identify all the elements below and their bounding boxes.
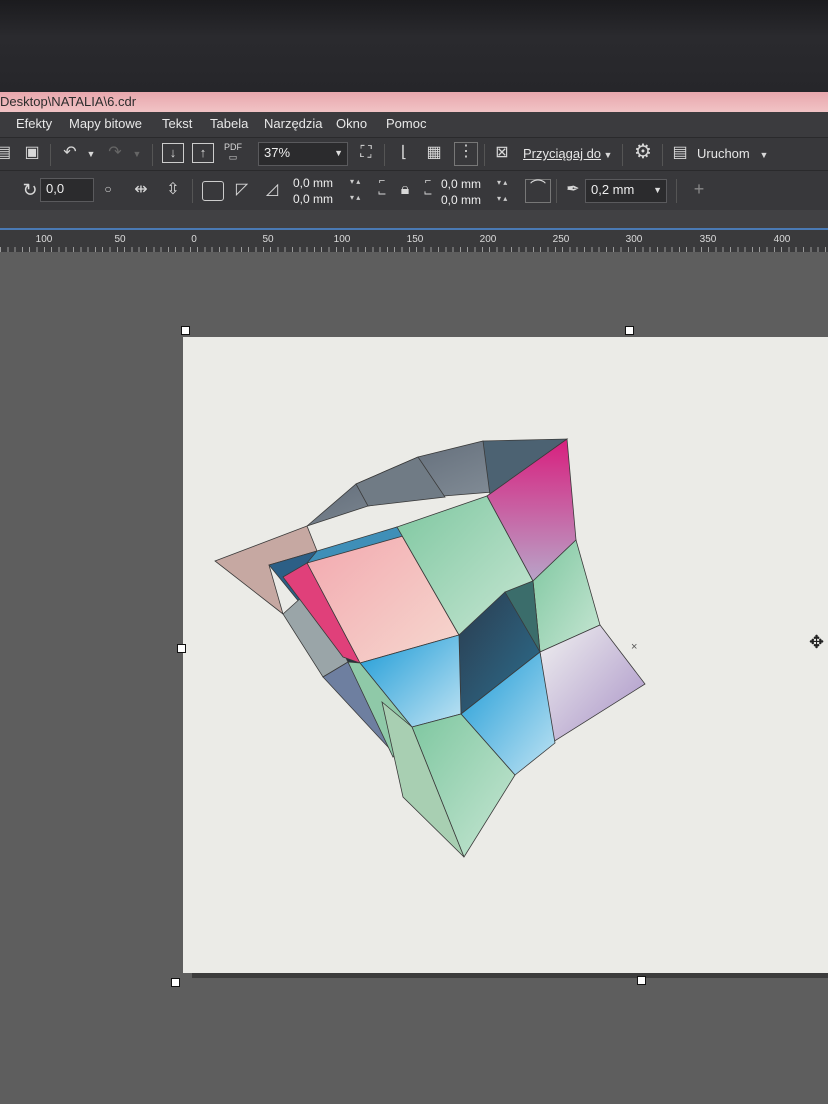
ruler-label: 100 bbox=[35, 234, 53, 245]
corner-anchor-icon: ⌐ ⌙ bbox=[423, 175, 433, 199]
copy-icon[interactable]: ▤ bbox=[0, 144, 11, 162]
export-icon[interactable]: ↑ bbox=[192, 143, 214, 163]
spinner-icon[interactable]: ▾ ▴ bbox=[497, 178, 507, 187]
spinner-icon[interactable]: ▾ ▴ bbox=[350, 193, 360, 202]
separator bbox=[676, 179, 677, 203]
chevron-down-icon: ▼ bbox=[653, 185, 662, 195]
selection-handle-top-left[interactable] bbox=[181, 326, 190, 335]
import-icon[interactable]: ↓ bbox=[162, 143, 184, 163]
outline-width-select[interactable]: 0,2 mm ▼ bbox=[585, 179, 667, 203]
menu-window[interactable]: Okno bbox=[336, 116, 367, 131]
separator bbox=[384, 144, 385, 166]
gear-icon[interactable]: ⚙ bbox=[632, 142, 654, 162]
full-screen-icon[interactable]: ⛶ bbox=[356, 144, 376, 162]
move-cursor-icon: ✥ bbox=[809, 632, 825, 652]
offset-x-input[interactable]: 0,0 mm bbox=[293, 176, 333, 190]
rotate-icon: ↻ bbox=[22, 180, 38, 200]
paste-icon[interactable]: ▣ bbox=[22, 144, 42, 162]
launch-icon[interactable]: ▤ bbox=[670, 144, 690, 162]
pen-nib-icon: ✒ bbox=[566, 181, 580, 198]
menu-table[interactable]: Tabela bbox=[210, 116, 248, 131]
menu-text[interactable]: Tekst bbox=[162, 116, 192, 131]
undo-icon[interactable]: ↶ bbox=[60, 144, 80, 162]
snap-icon[interactable]: ⊠ bbox=[492, 144, 512, 162]
corner-y-input[interactable]: 0,0 mm bbox=[441, 193, 481, 207]
standard-toolbar: ▤ ▣ ↶ ▼ ↷ ▼ ↓ ↑ PDF ▭ 37% ▼ ⛶ ⌊ ▦ ⋮ ⊠ Prz… bbox=[0, 137, 828, 171]
separator bbox=[152, 144, 153, 166]
horizontal-ruler[interactable]: 100 50 0 50 100 150 200 250 300 350 400 bbox=[0, 228, 828, 254]
scale-corners-icon[interactable]: ⌒ bbox=[525, 179, 551, 203]
ruler-label: 200 bbox=[479, 234, 497, 245]
launch-button[interactable]: Uruchom bbox=[697, 146, 750, 161]
scalloped-corner-icon[interactable]: ◸ bbox=[232, 181, 252, 199]
zoom-value: 37% bbox=[264, 145, 291, 160]
menu-bitmaps[interactable]: Mapy bitowe bbox=[69, 116, 142, 131]
ruler-label: 50 bbox=[262, 234, 274, 245]
separator bbox=[484, 144, 485, 166]
selection-handle-bottom-middle[interactable] bbox=[637, 976, 646, 985]
title-bar: Desktop\NATALIA\6.cdr bbox=[0, 92, 828, 112]
rulers-icon[interactable]: ⌊ bbox=[394, 144, 414, 162]
zoom-level-select[interactable]: 37% ▼ bbox=[258, 142, 348, 166]
chamfered-corner-icon[interactable]: ◿ bbox=[262, 181, 282, 199]
add-icon[interactable]: + bbox=[690, 180, 708, 198]
menu-effects[interactable]: Efekty bbox=[16, 116, 52, 131]
separator bbox=[662, 144, 663, 166]
window-title: Desktop\NATALIA\6.cdr bbox=[0, 94, 137, 109]
selection-handle-top-middle[interactable] bbox=[625, 326, 634, 335]
undo-dropdown-icon[interactable]: ▼ bbox=[85, 145, 97, 163]
mirror-horizontal-icon[interactable]: ⇹ bbox=[130, 181, 152, 199]
chevron-down-icon[interactable]: ▼ bbox=[758, 146, 770, 164]
corner-x-input[interactable]: 0,0 mm bbox=[441, 177, 481, 191]
guidelines-icon[interactable]: ⋮ bbox=[454, 142, 478, 166]
ruler-label: 300 bbox=[625, 234, 643, 245]
ruler-label: 100 bbox=[333, 234, 351, 245]
lock-icon[interactable]: 🔒︎ bbox=[396, 181, 414, 199]
toolbar-gap bbox=[0, 210, 828, 228]
ruler-label: 350 bbox=[699, 234, 717, 245]
ruler-label: 50 bbox=[114, 234, 126, 245]
separator bbox=[50, 144, 51, 166]
pdf-label: PDF bbox=[224, 142, 242, 152]
distorted-cube-artwork[interactable]: × bbox=[183, 337, 828, 973]
ruler-label: 150 bbox=[406, 234, 424, 245]
separator bbox=[556, 179, 557, 203]
round-corner-icon[interactable] bbox=[202, 181, 224, 201]
redo-dropdown-icon[interactable]: ▼ bbox=[131, 145, 143, 163]
separator bbox=[192, 179, 193, 203]
rotation-angle-input[interactable]: 0,0 bbox=[40, 178, 94, 202]
ruler-label: 250 bbox=[552, 234, 570, 245]
redo-icon[interactable]: ↷ bbox=[105, 144, 125, 162]
selection-handle-middle-left[interactable] bbox=[177, 644, 186, 653]
monitor-bezel bbox=[0, 0, 828, 92]
menu-bar: Efekty Mapy bitowe Tekst Tabela Narzędzi… bbox=[0, 112, 828, 137]
chevron-down-icon[interactable]: ▼ bbox=[602, 146, 614, 164]
outline-width-value: 0,2 mm bbox=[591, 182, 635, 197]
property-bar: ↻ 0,0 ○ ⇹ ⇳ ◸ ◿ 0,0 mm 0,0 mm ▾ ▴ ▾ ▴ ⌐ ⌙… bbox=[0, 170, 828, 211]
separator bbox=[622, 144, 623, 166]
rotation-value: 0,0 bbox=[46, 181, 65, 196]
document-page[interactable]: × bbox=[183, 337, 828, 973]
mirror-vertical-icon[interactable]: ⇳ bbox=[162, 181, 184, 199]
ruler-label: 0 bbox=[191, 234, 197, 245]
degree-icon: ○ bbox=[104, 182, 112, 196]
spinner-icon[interactable]: ▾ ▴ bbox=[350, 177, 360, 186]
chevron-down-icon: ▼ bbox=[334, 148, 343, 158]
snap-to-button[interactable]: Przyciągaj do bbox=[523, 146, 601, 161]
corner-anchor-icon: ⌐ ⌙ bbox=[377, 175, 387, 199]
grid-icon[interactable]: ▦ bbox=[424, 144, 444, 162]
export-pdf-icon[interactable]: PDF ▭ bbox=[222, 142, 244, 162]
selection-handle-bottom-left[interactable] bbox=[171, 978, 180, 987]
menu-tools[interactable]: Narzędzia bbox=[264, 116, 323, 131]
menu-help[interactable]: Pomoc bbox=[386, 116, 426, 131]
offset-y-input[interactable]: 0,0 mm bbox=[293, 192, 333, 206]
spinner-icon[interactable]: ▾ ▴ bbox=[497, 194, 507, 203]
ruler-label: 400 bbox=[773, 234, 791, 245]
center-marker-icon: × bbox=[631, 641, 637, 653]
